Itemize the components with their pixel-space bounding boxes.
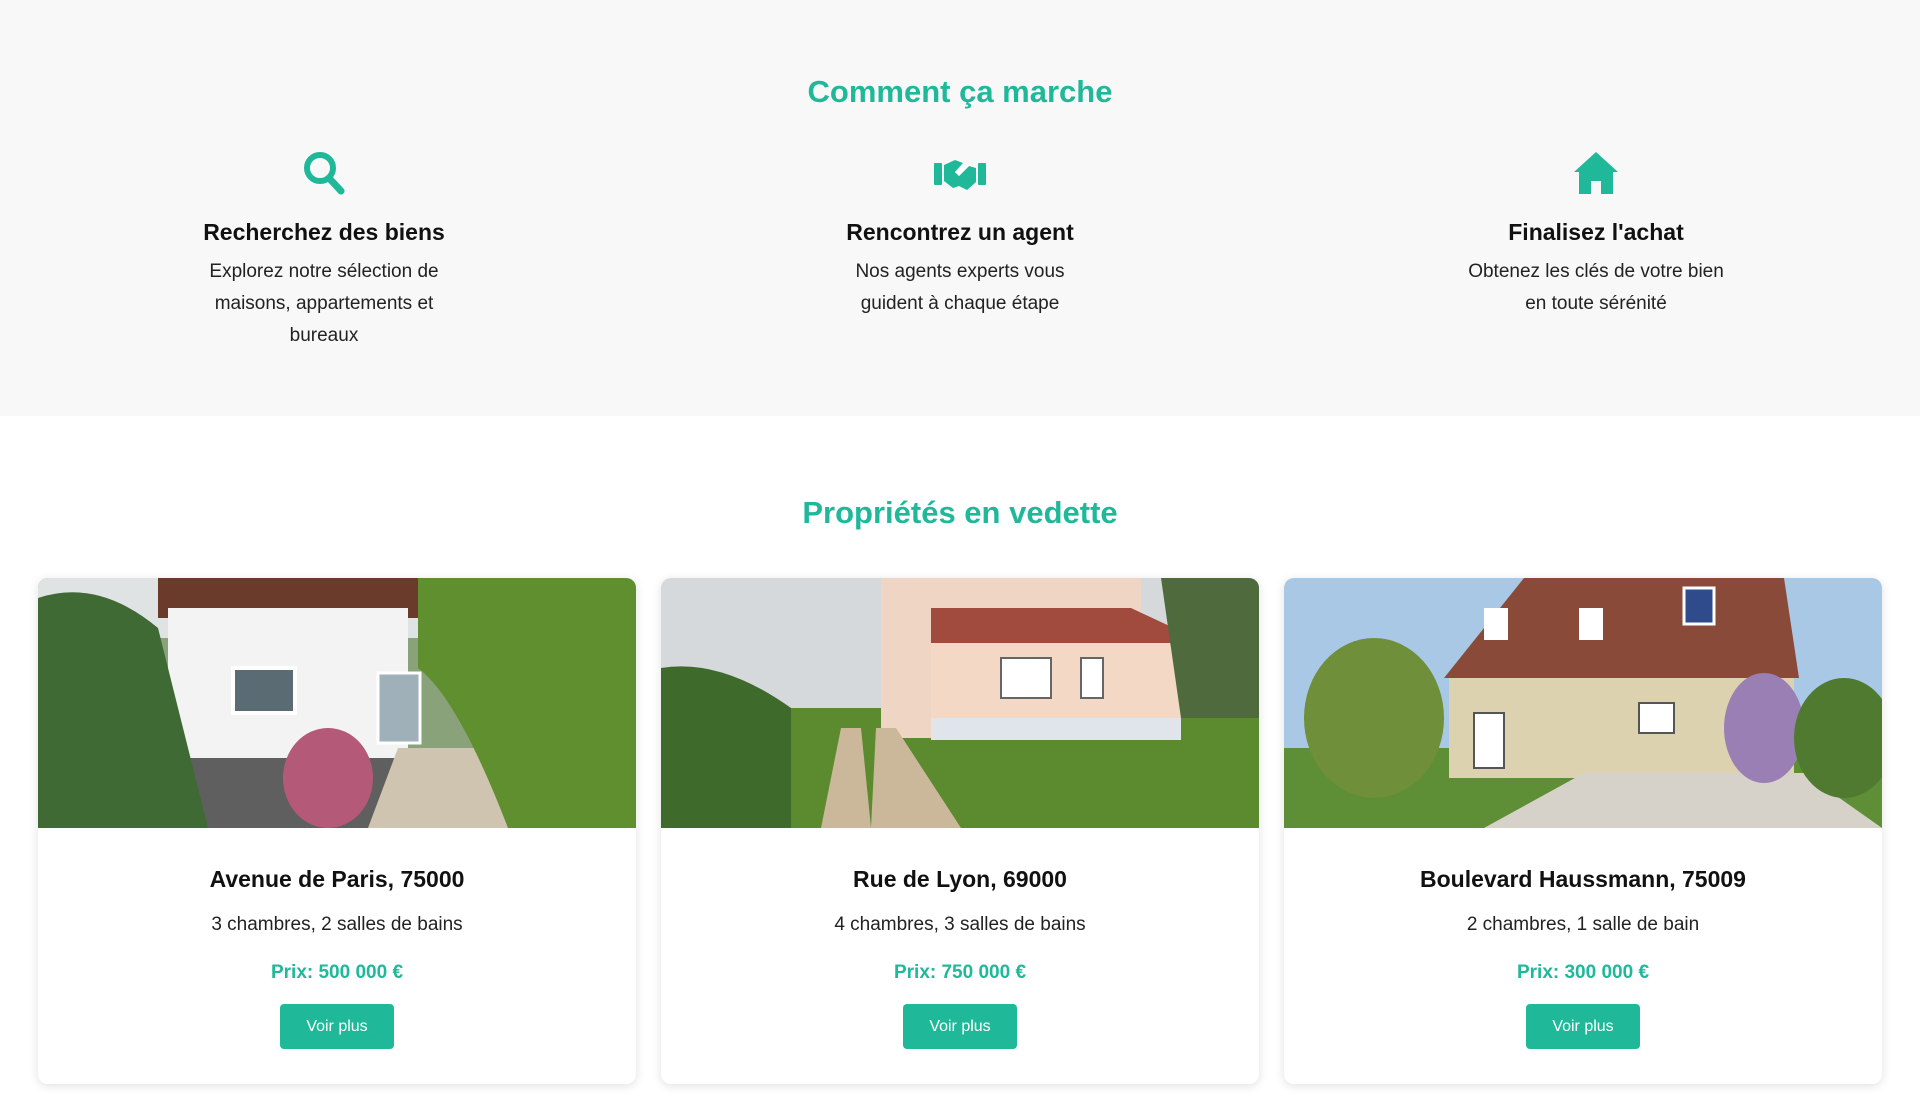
property-card: Boulevard Haussmann, 75009 2 chambres, 1… <box>1284 578 1882 1084</box>
property-photo <box>38 578 636 828</box>
search-icon <box>164 150 484 196</box>
property-rooms: 4 chambres, 3 salles de bains <box>834 914 1086 935</box>
property-price: Prix: 300 000 € <box>1516 962 1650 983</box>
step-title: Rencontrez un agent <box>846 219 1074 245</box>
property-card: Avenue de Paris, 75000 3 chambres, 2 sal… <box>38 578 636 1084</box>
property-rooms: 2 chambres, 1 salle de bain <box>1466 914 1700 935</box>
property-price: Prix: 500 000 € <box>270 962 404 983</box>
view-more-button[interactable]: Voir plus <box>280 1004 394 1049</box>
property-photo <box>1284 578 1882 828</box>
property-rooms: 3 chambres, 2 salles de bains <box>211 914 463 935</box>
property-photo <box>661 578 1259 828</box>
step-text: Obtenez les clés de votre bien en toute … <box>1468 261 1724 314</box>
step-text: Nos agents experts vous guident à chaque… <box>855 261 1065 314</box>
step-search: Recherchez des biens Explorez notre séle… <box>164 150 484 352</box>
how-it-works-section: Comment ça marche Recherchez des biens E… <box>0 0 1920 416</box>
property-address: Avenue de Paris, 75000 <box>209 866 465 892</box>
step-title: Recherchez des biens <box>203 219 445 245</box>
property-price: Prix: 750 000 € <box>893 962 1027 983</box>
handshake-icon <box>800 150 1120 196</box>
property-address: Boulevard Haussmann, 75009 <box>1420 866 1746 892</box>
view-more-button[interactable]: Voir plus <box>903 1004 1017 1049</box>
property-address: Rue de Lyon, 69000 <box>853 866 1067 892</box>
step-title: Finalisez l'achat <box>1508 219 1684 245</box>
step-text: Explorez notre sélection de maisons, app… <box>209 261 439 346</box>
step-purchase: Finalisez l'achat Obtenez les clés de vo… <box>1436 150 1756 320</box>
step-agent: Rencontrez un agent Nos agents experts v… <box>800 150 1120 320</box>
view-more-button[interactable]: Voir plus <box>1526 1004 1640 1049</box>
property-card: Rue de Lyon, 69000 4 chambres, 3 salles … <box>661 578 1259 1084</box>
home-icon <box>1436 150 1756 196</box>
featured-title: Propriétés en vedette <box>802 495 1118 530</box>
how-it-works-title: Comment ça marche <box>807 74 1113 109</box>
